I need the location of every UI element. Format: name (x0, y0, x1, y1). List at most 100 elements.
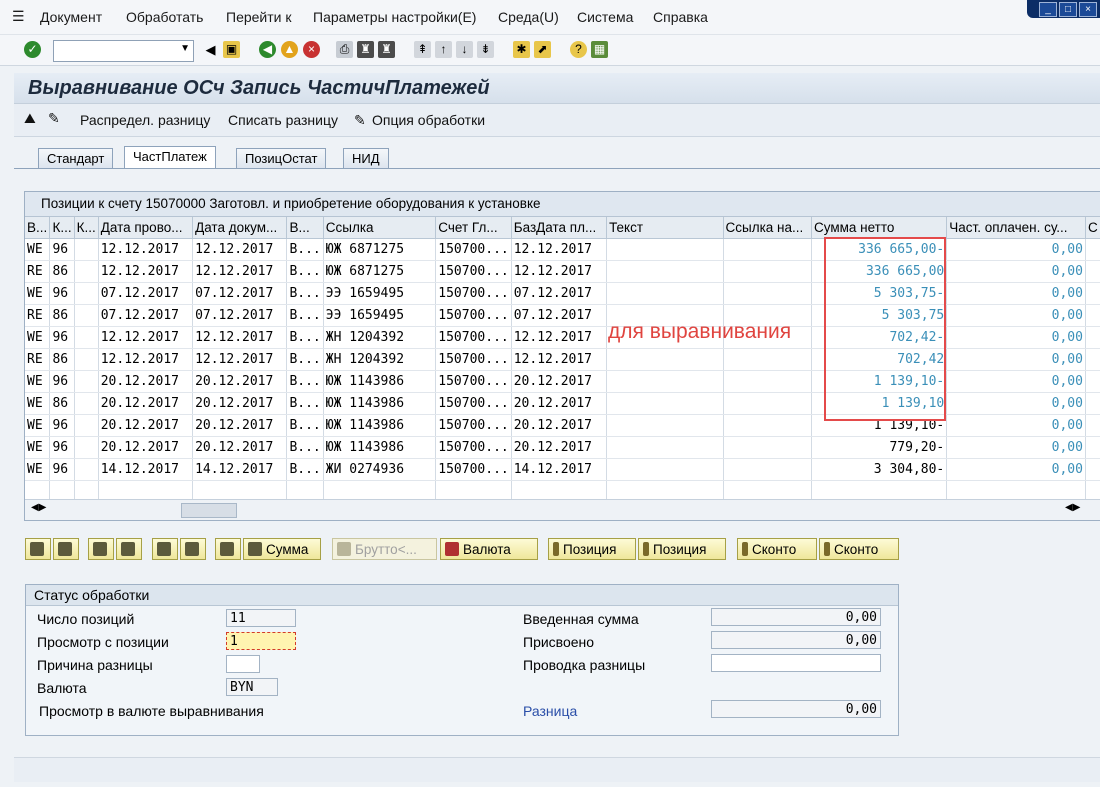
scroll-right-icon[interactable]: ◀▶ (1065, 502, 1080, 513)
table-cell: В... (286, 326, 324, 349)
mountain-icon[interactable]: ⛰ (24, 110, 36, 127)
table-cell (723, 392, 812, 415)
view-from-label: Просмотр с позиции (37, 634, 169, 650)
scroll-left-icon[interactable]: ◀▶ (31, 502, 46, 513)
processing-options-button[interactable]: Опция обработки (372, 112, 485, 128)
column-header[interactable]: Дата докум... (192, 217, 288, 239)
next-page-icon[interactable]: ↓ (456, 41, 473, 58)
horizontal-scrollbar[interactable]: ◀▶ ◀▶ (25, 499, 1100, 520)
column-header[interactable]: Ссылка (323, 217, 437, 239)
table-cell (1085, 392, 1100, 415)
column-header[interactable]: Дата прово... (98, 217, 194, 239)
gross-icon (337, 542, 351, 556)
discount-button-2[interactable]: Сконто (819, 538, 899, 560)
tab-partial-payment[interactable]: ЧастПлатеж (124, 146, 216, 169)
table-cell: 07.12.2017 (511, 282, 608, 305)
close-icon[interactable]: × (1079, 2, 1097, 17)
exit-icon[interactable]: ▲ (281, 41, 298, 58)
menu-document[interactable]: Документ (40, 9, 102, 25)
distribute-difference-button[interactable]: Распредел. разницу (80, 112, 210, 128)
table-row[interactable]: WE 96 14.12.2017 14.12.2017 В... ЖИ 0274936 15… (25, 458, 1100, 481)
layout-icon[interactable]: ▦ (591, 41, 608, 58)
tab-standard[interactable]: Стандарт (38, 148, 114, 169)
table-cell: 86 (49, 392, 75, 415)
table-cell: 20.12.2017 (192, 414, 288, 437)
table-cell (1085, 304, 1100, 327)
column-header[interactable]: В... (25, 217, 51, 239)
tab-residual-items[interactable]: ПозицОстат (236, 148, 327, 169)
currency-button[interactable]: Валюта (440, 538, 538, 560)
select-all-button[interactable] (25, 538, 51, 560)
column-header[interactable]: Текст (606, 217, 724, 239)
menu-settings[interactable]: Параметры настройки(E) (313, 9, 476, 25)
position-button-1[interactable]: Позиция (548, 538, 636, 560)
table-cell: WE (25, 458, 51, 481)
menu-system[interactable]: Система (577, 9, 633, 25)
menu-help[interactable]: Справка (653, 9, 708, 25)
menu-environment[interactable]: Среда(U) (498, 9, 559, 25)
table-cell: 86 (49, 260, 75, 283)
sort-button[interactable] (152, 538, 178, 560)
help-icon[interactable]: ? (570, 41, 587, 58)
column-header[interactable]: БазДата пл... (511, 217, 608, 239)
table-row[interactable]: WE 96 20.12.2017 20.12.2017 В... ЮЖ 1143986 15… (25, 436, 1100, 459)
discount-button-1[interactable]: Сконто (737, 538, 817, 560)
table-cell: В... (286, 304, 324, 327)
edit-icon[interactable]: ✎ (48, 110, 60, 127)
table-cell: 07.12.2017 (192, 304, 288, 327)
back-small-icon[interactable]: ◀ (202, 41, 219, 58)
print-icon[interactable]: ⎙ (336, 41, 353, 58)
sum-button[interactable]: Сумма (243, 538, 321, 560)
enter-check-icon[interactable]: ✓ (24, 41, 41, 58)
table-cell: 20.12.2017 (192, 392, 288, 415)
column-header[interactable]: К... (49, 217, 75, 239)
view-from-input[interactable]: 1 (226, 632, 296, 650)
column-header[interactable]: Счет Гл... (435, 217, 512, 239)
minimize-icon[interactable]: _ (1039, 2, 1057, 17)
posting-difference-input[interactable] (711, 654, 881, 672)
difference-field: 0,00 (711, 700, 881, 718)
first-page-icon[interactable]: ⇞ (414, 41, 431, 58)
menu-icon[interactable]: ☰ (12, 8, 25, 25)
tab-withholding-tax[interactable]: НИД (343, 148, 389, 169)
table-cell: 12.12.2017 (192, 238, 288, 261)
cancel-icon[interactable]: × (303, 41, 320, 58)
menu-goto[interactable]: Перейти к (226, 9, 292, 25)
menu-edit[interactable]: Обработать (126, 9, 203, 25)
table-cell (74, 348, 99, 371)
chevron-down-icon[interactable]: ▼ (180, 43, 190, 54)
table-cell (606, 348, 724, 371)
column-header[interactable]: Ссылка на... (723, 217, 812, 239)
column-header[interactable]: Сумма нетто (811, 217, 948, 239)
activate-button[interactable] (88, 538, 114, 560)
find-icon[interactable]: ♜ (357, 41, 374, 58)
column-header[interactable]: В... (286, 217, 324, 239)
shortcut-icon[interactable]: ⬈ (534, 41, 551, 58)
maximize-icon[interactable]: □ (1059, 2, 1077, 17)
new-session-icon[interactable]: ✱ (513, 41, 530, 58)
back-icon[interactable]: ◀ (259, 41, 276, 58)
filter-button[interactable] (180, 538, 206, 560)
command-field[interactable]: ▼ (53, 40, 194, 62)
find-next-icon[interactable]: ♜ (378, 41, 395, 58)
scrollbar-thumb[interactable] (181, 503, 237, 518)
column-header[interactable]: Част. оплачен. су... (946, 217, 1086, 239)
table-cell (74, 458, 99, 481)
pencil-icon[interactable]: ✎ (354, 112, 366, 129)
table-cell: В... (286, 260, 324, 283)
column-header[interactable]: К... (74, 217, 99, 239)
column-header[interactable]: С (1085, 217, 1100, 239)
table-cell: 96 (49, 326, 75, 349)
position-button-2[interactable]: Позиция (638, 538, 726, 560)
save-icon[interactable]: ▣ (223, 41, 240, 58)
prev-page-icon[interactable]: ↑ (435, 41, 452, 58)
deactivate-button[interactable] (116, 538, 142, 560)
search-button[interactable] (215, 538, 241, 560)
table-cell: 14.12.2017 (511, 458, 608, 481)
reason-input[interactable] (226, 655, 260, 673)
deselect-button[interactable] (53, 538, 79, 560)
write-off-difference-button[interactable]: Списать разницу (228, 112, 338, 128)
table-cell (74, 304, 99, 327)
last-page-icon[interactable]: ⇟ (477, 41, 494, 58)
table-cell: ЭЭ 1659495 (323, 282, 437, 305)
